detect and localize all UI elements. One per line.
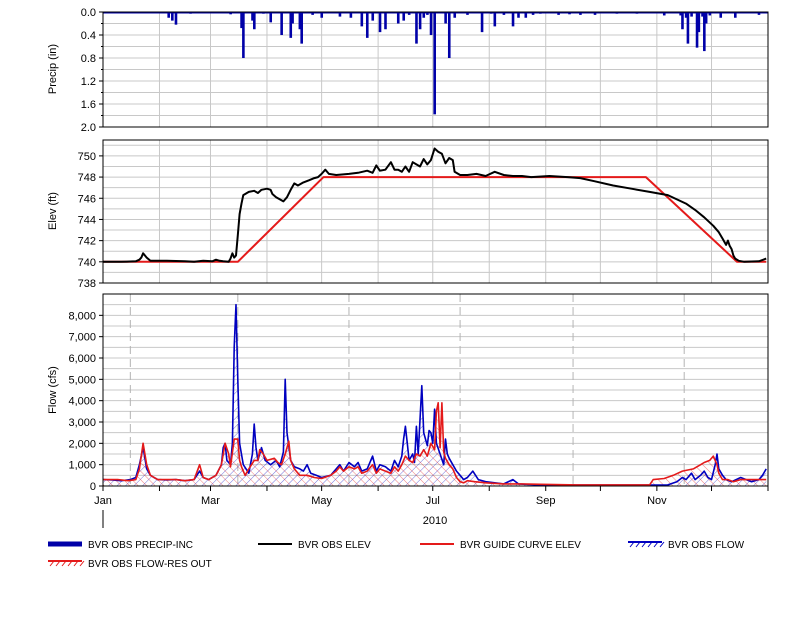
x-axis-month-label: Jan bbox=[94, 495, 112, 507]
elev-y-tick-label: 748 bbox=[78, 172, 96, 184]
precip-bar bbox=[167, 12, 170, 18]
precip-bar bbox=[371, 12, 375, 21]
precip-bar bbox=[300, 12, 303, 44]
precip-bar bbox=[517, 12, 520, 18]
legend-label: BVR OBS FLOW-RES OUT bbox=[88, 559, 212, 570]
precip-bar bbox=[415, 12, 418, 44]
precip-bar bbox=[480, 12, 484, 33]
precip-bar bbox=[662, 12, 666, 16]
flow-panel: 0 1,000 2,000 3,000 4,000 5,000 6,000 7,000 8,00… bbox=[47, 293, 769, 493]
precip-bar bbox=[734, 12, 737, 18]
x-axis-month-label: May bbox=[311, 495, 332, 507]
precip-bar bbox=[708, 12, 712, 16]
elev-y-tick-label: 742 bbox=[78, 236, 96, 248]
flow-y-tick-label: 0 bbox=[90, 481, 96, 493]
precip-bar bbox=[690, 12, 693, 17]
precip-bar bbox=[433, 12, 436, 115]
flow-y-tick-label: 2,000 bbox=[68, 438, 96, 450]
flow-y-tick-label: 4,000 bbox=[68, 396, 96, 408]
precip-bar bbox=[681, 12, 684, 30]
x-axis-month-label: Sep bbox=[536, 495, 556, 507]
precip-bar bbox=[171, 12, 174, 21]
precip-bar bbox=[365, 12, 369, 38]
elev-y-tick-label: 738 bbox=[78, 278, 96, 290]
x-axis: Jan Mar May Jul Sep Nov bbox=[94, 486, 769, 507]
precip-bar bbox=[524, 12, 528, 18]
precip-y-tick-label: 1.6 bbox=[81, 99, 96, 111]
x-axis-month-label: Jul bbox=[426, 495, 440, 507]
elev-y-tick-label: 750 bbox=[78, 151, 96, 163]
precip-bar bbox=[253, 12, 256, 30]
precip-bar bbox=[418, 12, 422, 30]
flow-y-tick-label: 7,000 bbox=[68, 332, 96, 344]
flow-y-tick-label: 6,000 bbox=[68, 353, 96, 365]
hydrograph-chart: 0.0 0.4 0.8 1.2 1.6 2.0 Precip (in) 738 740 742… bbox=[47, 7, 769, 570]
precip-bar bbox=[349, 12, 353, 18]
precip-y-axis-label: Precip (in) bbox=[47, 44, 59, 94]
precip-bar bbox=[378, 12, 382, 33]
precip-bar bbox=[242, 12, 245, 58]
precip-bar bbox=[429, 12, 433, 35]
legend-label: BVR GUIDE CURVE ELEV bbox=[460, 540, 581, 551]
elev-y-tick-label: 746 bbox=[78, 193, 96, 205]
precip-bar bbox=[280, 12, 283, 35]
elev-panel: 738 740 742 744 746 748 750 Elev (ft) bbox=[47, 139, 769, 290]
legend-label: BVR OBS FLOW bbox=[668, 540, 745, 551]
elev-y-tick-label: 744 bbox=[78, 214, 96, 226]
x-axis-month-label: Mar bbox=[201, 495, 220, 507]
precip-bar bbox=[704, 12, 708, 24]
precip-bar bbox=[697, 12, 701, 33]
precip-bar bbox=[444, 12, 447, 24]
legend-label: BVR OBS ELEV bbox=[298, 540, 371, 551]
precip-y-tick-label: 0.0 bbox=[81, 7, 96, 19]
precip-bar bbox=[453, 12, 457, 18]
precip-bar bbox=[447, 12, 451, 58]
precip-bar bbox=[174, 12, 178, 25]
legend-swatch bbox=[628, 541, 665, 548]
flow-y-tick-label: 5,000 bbox=[68, 374, 96, 386]
precip-y-tick-label: 0.8 bbox=[81, 53, 96, 65]
precip-bar bbox=[360, 12, 364, 27]
precip-bar bbox=[511, 12, 515, 27]
precip-bar bbox=[396, 12, 400, 24]
flow-y-tick-label: 1,000 bbox=[68, 460, 96, 472]
precip-y-tick-label: 2.0 bbox=[81, 122, 96, 134]
flow-y-axis-label: Flow (cfs) bbox=[47, 366, 59, 414]
precip-bar bbox=[686, 12, 690, 44]
flow-y-tick-label: 8,000 bbox=[68, 310, 96, 322]
legend: BVR OBS PRECIP-INC BVR OBS ELEV BVR GUIDE … bbox=[48, 540, 745, 570]
precip-bar bbox=[719, 12, 723, 18]
precip-y-tick-label: 1.2 bbox=[81, 76, 96, 88]
legend-swatch bbox=[48, 560, 85, 567]
precip-panel: 0.0 0.4 0.8 1.2 1.6 2.0 Precip (in) bbox=[47, 7, 769, 134]
x-axis-month-label: Nov bbox=[647, 495, 667, 507]
precip-bar bbox=[269, 12, 273, 23]
precip-bar bbox=[291, 12, 294, 24]
precip-y-tick-label: 0.4 bbox=[81, 30, 96, 42]
precip-bar bbox=[402, 12, 406, 21]
flow-y-tick-label: 3,000 bbox=[68, 417, 96, 429]
elev-y-tick-label: 740 bbox=[78, 257, 96, 269]
precip-bar bbox=[422, 12, 426, 18]
x-axis-year-label: 2010 bbox=[423, 515, 447, 527]
precip-bar bbox=[320, 12, 324, 18]
precip-bar bbox=[493, 12, 497, 27]
precip-bar bbox=[338, 12, 342, 17]
elev-y-axis-label: Elev (ft) bbox=[47, 192, 59, 230]
precip-bar bbox=[384, 12, 387, 30]
legend-label: BVR OBS PRECIP-INC bbox=[88, 540, 193, 551]
